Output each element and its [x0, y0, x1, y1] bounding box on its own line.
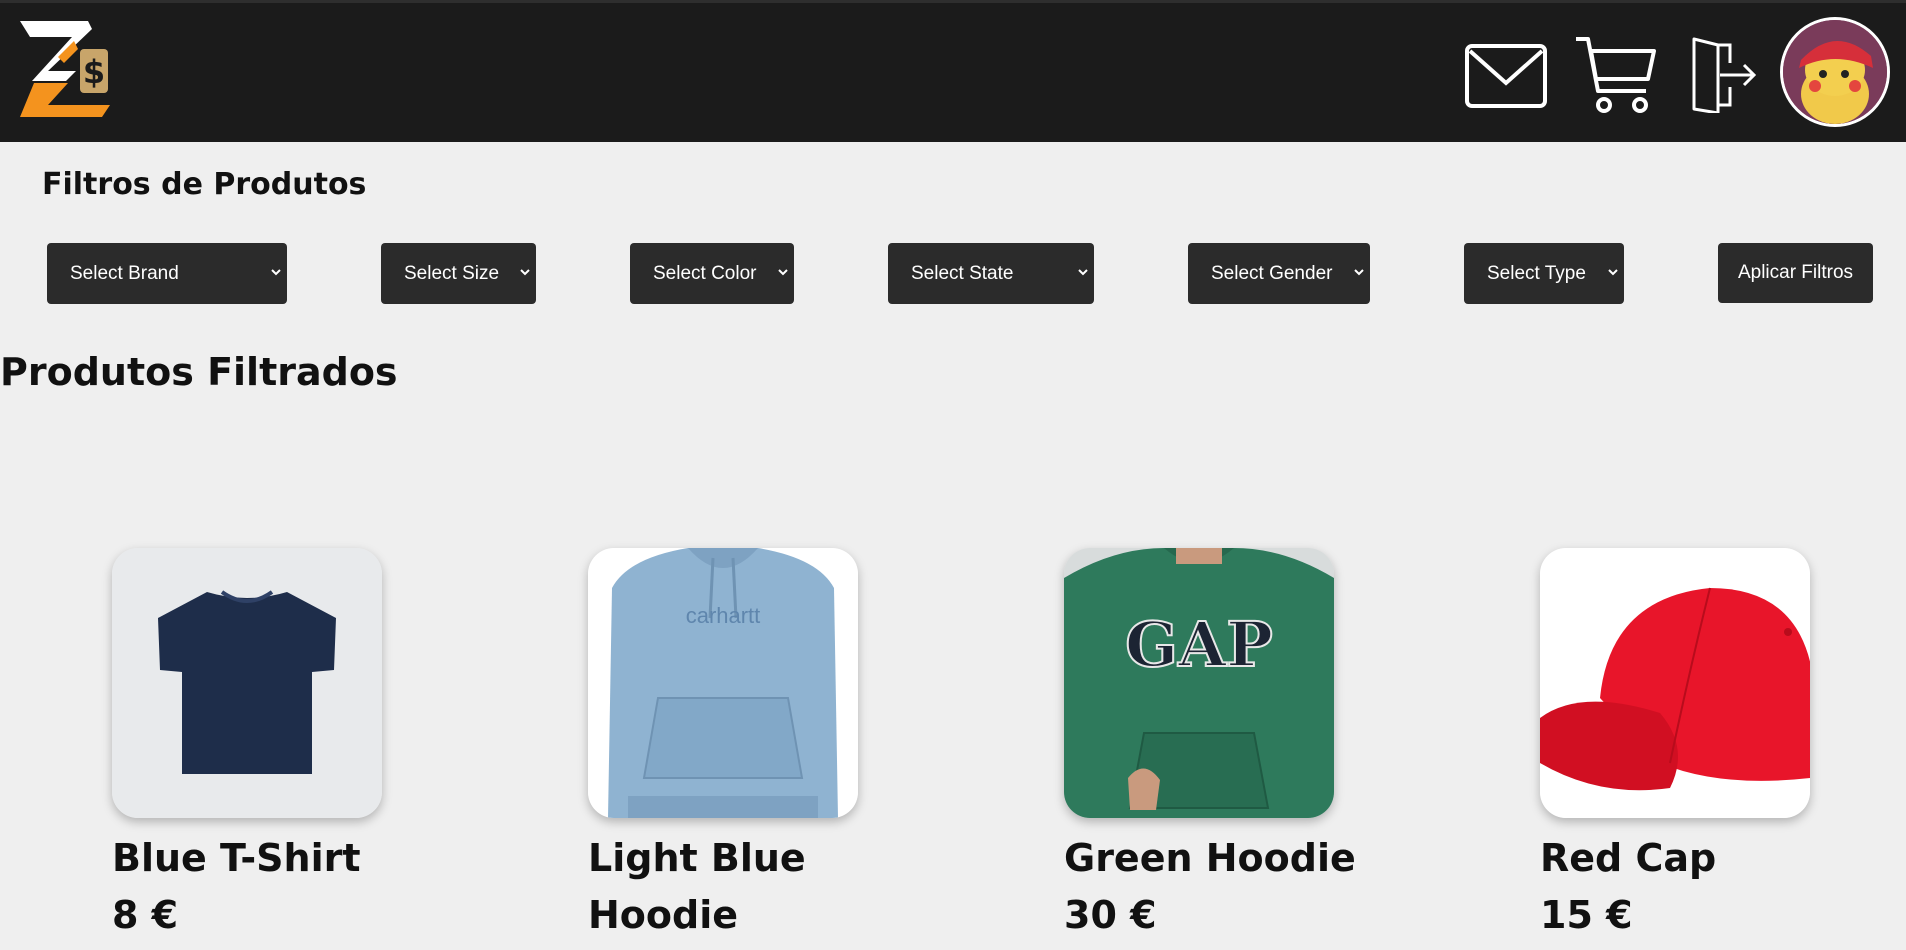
cart-icon[interactable]	[1574, 35, 1658, 115]
apply-filters-button[interactable]: Aplicar Filtros	[1718, 243, 1873, 303]
brand-select[interactable]: Select Brand	[47, 243, 287, 304]
chevron-down-icon	[1608, 269, 1618, 276]
color-select-label: Select Color	[653, 262, 757, 284]
product-image[interactable]: carhartt	[588, 548, 858, 818]
gender-select[interactable]: Select Gender	[1188, 243, 1370, 304]
state-select-label: Select State	[911, 262, 1014, 284]
filters-title: Filtros de Produtos	[42, 167, 367, 202]
product-price: 15 €	[1540, 893, 1633, 937]
chevron-down-icon	[1078, 269, 1088, 276]
product-name: Light Blue Hoodie	[588, 836, 806, 937]
product-card-red-cap[interactable]: Red Cap 15 €	[1540, 548, 1810, 944]
product-card-light-blue-hoodie[interactable]: carhartt Light Blue Hoodie	[588, 548, 858, 944]
product-image[interactable]	[112, 548, 382, 818]
color-select[interactable]: Select Color	[630, 243, 794, 304]
chevron-down-icon	[271, 269, 281, 276]
svg-text:carhartt: carhartt	[686, 603, 761, 628]
state-select[interactable]: Select State	[888, 243, 1094, 304]
chevron-down-icon	[520, 269, 530, 276]
mail-icon[interactable]	[1464, 43, 1548, 109]
logo-icon[interactable]: $	[18, 19, 124, 125]
product-name: Red Cap	[1540, 836, 1717, 880]
product-image[interactable]	[1540, 548, 1810, 818]
logout-icon[interactable]	[1688, 37, 1758, 113]
avatar[interactable]	[1780, 17, 1890, 127]
product-price: 8 €	[112, 893, 179, 937]
product-card-blue-tshirt[interactable]: Blue T-Shirt 8 €	[112, 548, 382, 944]
gender-select-label: Select Gender	[1211, 262, 1333, 284]
chevron-down-icon	[778, 269, 788, 276]
size-select-label: Select Size	[404, 262, 500, 284]
chevron-down-icon	[1354, 269, 1364, 276]
svg-text:GAP: GAP	[1125, 608, 1273, 681]
type-select[interactable]: Select Type	[1464, 243, 1624, 304]
product-card-green-hoodie[interactable]: GAP Green Hoodie 30 €	[1064, 548, 1356, 944]
brand-select-label: Select Brand	[70, 262, 179, 284]
product-name: Green Hoodie	[1064, 836, 1356, 880]
product-image[interactable]: GAP	[1064, 548, 1334, 818]
size-select[interactable]: Select Size	[381, 243, 536, 304]
product-name: Blue T-Shirt	[112, 836, 361, 880]
product-price: 30 €	[1064, 893, 1157, 937]
svg-text:$: $	[83, 53, 105, 91]
type-select-label: Select Type	[1487, 262, 1586, 284]
top-navbar: $	[0, 0, 1906, 142]
products-title: Produtos Filtrados	[0, 350, 398, 394]
